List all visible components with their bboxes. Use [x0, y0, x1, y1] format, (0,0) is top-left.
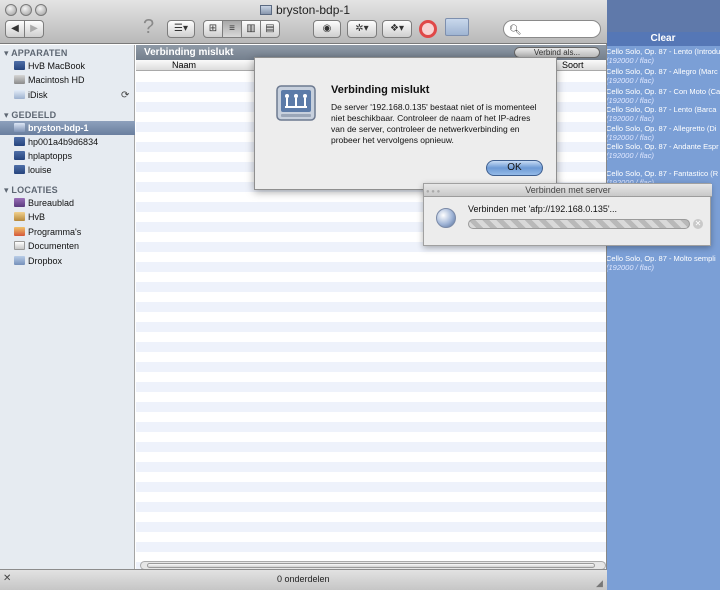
list-view-button[interactable]: ≡: [222, 20, 242, 38]
alert-title: Verbinding mislukt: [331, 84, 430, 96]
computer-icon: [14, 151, 25, 160]
window-controls-icon[interactable]: ● ● ●: [426, 186, 440, 199]
background-track-list: Clear Cello Solo, Op. 87 - Lento (Introd…: [606, 0, 720, 590]
grid-icon: ⊞: [208, 23, 218, 34]
list-icon: ≡: [229, 23, 235, 34]
icon-view-button[interactable]: ⊞: [203, 20, 223, 38]
coverflow-view-button[interactable]: ▤: [260, 20, 280, 38]
search-input[interactable]: 🔍︎: [503, 20, 601, 38]
quick-look-button[interactable]: ◉: [313, 20, 341, 38]
coverflow-icon: ▤: [265, 23, 275, 34]
desktop-icon: [14, 198, 25, 207]
track-item[interactable]: Cello Solo, Op. 87 - Allegro (Marc (19200…: [606, 67, 720, 85]
no-entry-icon[interactable]: [419, 20, 437, 38]
sidebar-heading-apparaten[interactable]: ▾ APPARATEN: [4, 48, 68, 59]
computer-icon: [14, 137, 25, 146]
action-menu-button[interactable]: ✲▾: [347, 20, 377, 38]
sidebar-item-bryston-bdp-1[interactable]: bryston-bdp-1: [14, 121, 89, 135]
minimize-window-button[interactable]: [20, 4, 32, 16]
titlebar: bryston-bdp-1 ◀ ▶ ? ☰▾ ⊞ ≡ ▥ ▤ ◉ ✲▾ ❖▾ 🔍…: [0, 0, 607, 44]
sync-icon[interactable]: ⟳: [121, 90, 129, 101]
sidebar-item-dropbox[interactable]: Dropbox: [14, 254, 62, 268]
zoom-window-button[interactable]: [35, 4, 47, 16]
background-panel-top: [606, 0, 720, 32]
hard-drive-icon: [14, 75, 25, 84]
connect-status-label: Verbinden met 'afp://192.168.0.135'...: [468, 204, 618, 214]
scrollbar-thumb[interactable]: [147, 563, 595, 568]
close-window-button[interactable]: [5, 4, 17, 16]
gear-icon: ✲▾: [355, 23, 369, 34]
search-icon: 🔍︎: [509, 25, 522, 36]
new-folder-icon[interactable]: [445, 18, 469, 36]
track-item[interactable]: Cello Solo, Op. 87 - Con Moto (Ca (192000…: [606, 87, 720, 105]
status-bar: ✕ 0 onderdelen: [0, 569, 607, 590]
sidebar: ▾ APPARATEN HvB MacBook Macintosh HD iDi…: [0, 45, 135, 569]
sidebar-item-bureaublad[interactable]: Bureaublad: [14, 196, 74, 210]
track-item[interactable]: Cello Solo, Op. 87 - Molto sempli (192000…: [606, 254, 720, 272]
sidebar-item-macintosh-hd[interactable]: Macintosh HD: [14, 73, 85, 87]
sidebar-item-programmas[interactable]: Programma's: [14, 225, 81, 239]
arrange-menu-button[interactable]: ☰▾: [167, 20, 195, 38]
network-server-icon: [276, 85, 316, 121]
sidebar-item-documenten[interactable]: Documenten: [14, 239, 79, 253]
sidebar-item-louise[interactable]: louise: [14, 163, 52, 177]
dropbox-menu-button[interactable]: ❖▾: [382, 20, 412, 38]
sidebar-item-hp001a4b9d6834[interactable]: hp001a4b9d6834: [14, 135, 98, 149]
dropbox-icon: ❖▾: [390, 23, 404, 34]
folder-icon: [14, 256, 25, 265]
laptop-icon: [14, 61, 25, 70]
idisk-icon: [14, 90, 25, 99]
column-header-kind[interactable]: Soort: [562, 60, 584, 70]
track-item[interactable]: Cello Solo, Op. 87 - Andante Espr (192000…: [606, 142, 720, 160]
forward-button[interactable]: ▶: [24, 20, 44, 38]
sidebar-item-hvb-macbook[interactable]: HvB MacBook: [14, 59, 85, 73]
track-item[interactable]: Cello Solo, Op. 87 - Lento (Introdu (1920…: [606, 47, 720, 65]
cancel-connect-icon[interactable]: ✕: [693, 219, 703, 229]
connection-failed-alert: Verbinding mislukt De server '192.168.0.…: [254, 57, 557, 190]
arrange-icon: ☰▾: [174, 23, 188, 34]
column-view-button[interactable]: ▥: [241, 20, 261, 38]
sidebar-heading-locaties[interactable]: ▾ LOCATIES: [4, 185, 58, 196]
home-icon: [14, 212, 25, 221]
document-icon: [14, 241, 25, 250]
network-disk-icon: [260, 5, 272, 15]
eye-icon: ◉: [322, 23, 332, 34]
help-icon[interactable]: ?: [143, 16, 154, 39]
ok-button[interactable]: OK: [486, 160, 543, 176]
connect-panel-title: ● ● ● Verbinden met server: [424, 184, 712, 197]
sidebar-item-idisk[interactable]: iDisk: [14, 88, 48, 102]
track-item[interactable]: Cello Solo, Op. 87 - Allegretto (Di (1920…: [606, 124, 720, 142]
track-item[interactable]: Cello Solo, Op. 87 - Lento (Barca (192000…: [606, 105, 720, 123]
sidebar-item-hplaptopps[interactable]: hplaptopps: [14, 149, 72, 163]
column-header-name[interactable]: Naam: [172, 60, 196, 70]
applications-icon: [14, 227, 25, 236]
connect-progress-bar: [468, 219, 690, 229]
globe-icon: [436, 208, 456, 228]
pin-icon: ✕: [3, 573, 12, 584]
resize-grip-icon[interactable]: ◢: [596, 578, 603, 589]
clear-header[interactable]: Clear: [606, 32, 720, 46]
sidebar-item-hvb[interactable]: HvB: [14, 210, 45, 224]
window-title: bryston-bdp-1: [260, 3, 350, 17]
alert-message: De server '192.168.0.135' bestaat niet o…: [331, 102, 537, 145]
item-count: 0 onderdelen: [277, 574, 330, 584]
sidebar-heading-gedeeld[interactable]: ▾ GEDEELD: [4, 110, 56, 121]
columns-icon: ▥: [246, 23, 256, 34]
connect-to-server-panel: ● ● ● Verbinden met server Verbinden met…: [423, 183, 712, 246]
network-disk-icon: [14, 123, 25, 132]
computer-icon: [14, 165, 25, 174]
back-button[interactable]: ◀: [5, 20, 25, 38]
